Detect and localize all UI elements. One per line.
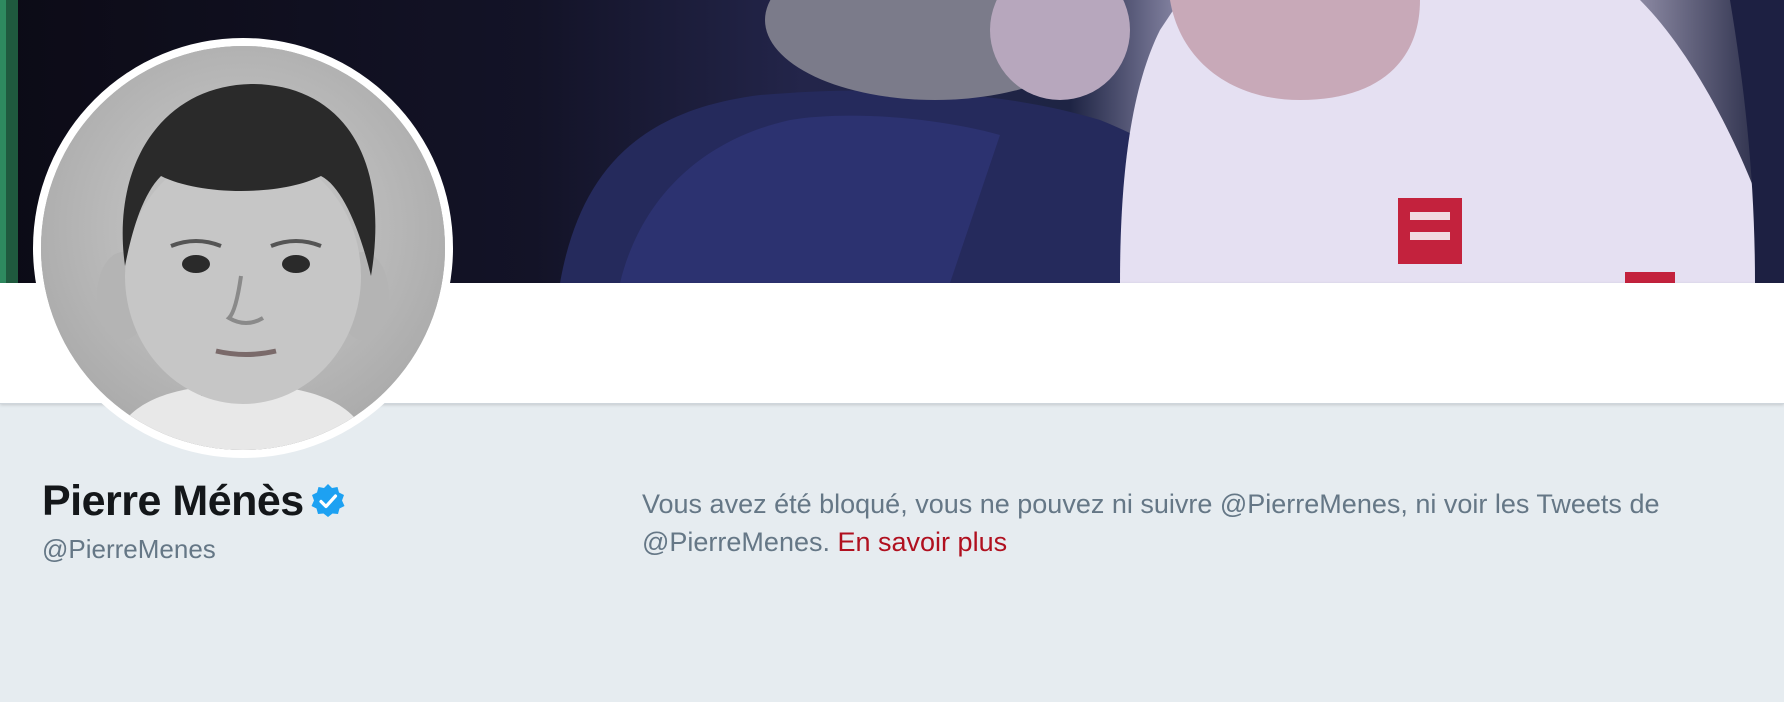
profile-handle[interactable]: @PierreMenes: [42, 533, 346, 565]
avatar-photo: [41, 46, 445, 450]
profile-name[interactable]: Pierre Ménès: [42, 477, 304, 525]
profile-avatar[interactable]: [33, 38, 453, 458]
blocked-notice-text: Vous avez été bloqué, vous ne pouvez ni …: [642, 489, 1660, 557]
verified-badge-icon: [310, 483, 346, 519]
learn-more-link[interactable]: En savoir plus: [838, 527, 1008, 557]
blocked-notice: Vous avez été bloqué, vous ne pouvez ni …: [642, 485, 1722, 561]
profile-header-card: Pierre Ménès @PierreMenes: [42, 477, 346, 565]
